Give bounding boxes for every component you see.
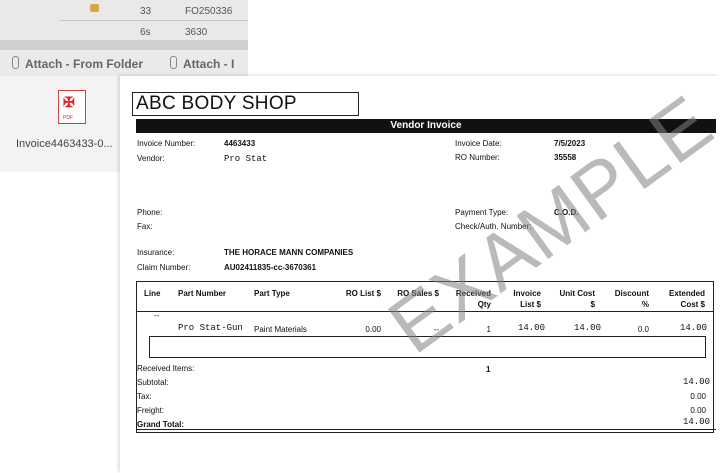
insurance-label: Insurance: <box>137 248 175 257</box>
list-item[interactable]: 6s 3630 <box>60 21 248 42</box>
check-auth-label: Check/Auth. Number: <box>455 222 532 231</box>
received-qty-value: 1 <box>486 325 491 334</box>
freight-value: 0.00 <box>690 406 706 415</box>
pdf-file-icon[interactable]: ✠ PDF <box>58 90 86 124</box>
claim-number-label: Claim Number: <box>137 263 191 272</box>
row-code: 3630 <box>185 27 208 38</box>
col-part-type: Part Type <box>254 289 290 298</box>
grand-total-value: 14.00 <box>682 417 710 427</box>
payment-type-value: C.O.D. <box>554 208 579 217</box>
tax-value: 0.00 <box>690 392 706 401</box>
list-item[interactable]: 33 FO250336 <box>60 0 248 21</box>
row-number: 33 <box>140 6 152 17</box>
vendor-label: Vendor: <box>137 154 165 163</box>
invoice-date-label: Invoice Date: <box>455 139 502 148</box>
paperclip-icon <box>12 56 19 69</box>
payment-type-label: Payment Type: <box>455 208 509 217</box>
ro-list-value: 0.00 <box>365 325 381 334</box>
received-items-value: 1 <box>486 365 491 374</box>
col-line: Line <box>144 289 161 298</box>
col-extended-cost: Extended Cost $ <box>668 289 705 309</box>
paperclip-icon <box>170 56 177 69</box>
phone-label: Phone: <box>137 208 163 217</box>
subtotal-value: 14.00 <box>682 377 710 387</box>
table-header-rule <box>137 311 713 312</box>
row-number: 6s <box>140 27 151 38</box>
row-code: FO250336 <box>185 6 233 17</box>
ro-number-value: 35558 <box>554 153 577 162</box>
col-ro-list: RO List $ <box>345 289 381 298</box>
ro-number-label: RO Number: <box>455 153 500 162</box>
line-value: -- <box>154 311 160 320</box>
col-discount: Discount % <box>614 289 649 309</box>
col-invoice-list: Invoice List $ <box>513 289 541 309</box>
part-number-value: Pro Stat-Gun <box>178 323 243 333</box>
col-part-number: Part Number <box>178 289 227 298</box>
message-list: 33 FO250336 6s 3630 <box>0 0 248 42</box>
parts-table: Line Part Number Part Type RO List $ RO … <box>136 281 714 433</box>
fax-label: Fax: <box>137 222 153 231</box>
invoice-number-value: 4463433 <box>224 139 256 148</box>
insurance-value: THE HORACE MANN COMPANIES <box>224 248 354 257</box>
unit-cost-value: 14.00 <box>573 323 601 333</box>
vendor-value: Pro Stat <box>224 154 268 164</box>
invoice-number-label: Invoice Number: <box>137 139 196 148</box>
col-ro-sales: RO Sales $ <box>397 289 439 298</box>
part-type-value: Paint Materials <box>254 325 307 334</box>
company-name: ABC BODY SHOP <box>132 92 359 116</box>
received-items-label: Received Items: <box>137 364 195 373</box>
discount-value: 0.0 <box>637 325 649 334</box>
invoice-list-value: 14.00 <box>517 323 545 333</box>
freight-label: Freight: <box>137 406 165 415</box>
attach-toolbar: Attach - From Folder Attach - I <box>0 50 248 77</box>
invoice-date-value: 7/5/2023 <box>554 139 586 148</box>
tax-label: Tax: <box>137 392 152 401</box>
grand-total-label: Grand Total: <box>137 420 184 429</box>
subtotal-label: Subtotal: <box>137 378 169 387</box>
claim-number-value: AU02411835-cc-3670361 <box>224 263 317 272</box>
notes-box <box>149 336 706 358</box>
divider <box>0 40 248 50</box>
col-unit-cost: Unit Cost $ <box>559 289 595 309</box>
col-received-qty: Received Qty <box>455 289 491 309</box>
lock-icon <box>90 4 99 12</box>
ro-sales-value: -- <box>433 325 439 334</box>
extended-cost-value: 14.00 <box>679 323 707 333</box>
attach-from-folder-button[interactable]: Attach - From Folder <box>12 56 143 71</box>
attachment-filename[interactable]: Invoice4463433-0... <box>16 138 113 150</box>
invoice-document: ABC BODY SHOP Vendor Invoice Invoice Num… <box>120 76 720 473</box>
grand-total-rule <box>136 429 716 430</box>
invoice-title: Vendor Invoice <box>136 119 716 133</box>
attach-button[interactable]: Attach - I <box>170 56 234 71</box>
